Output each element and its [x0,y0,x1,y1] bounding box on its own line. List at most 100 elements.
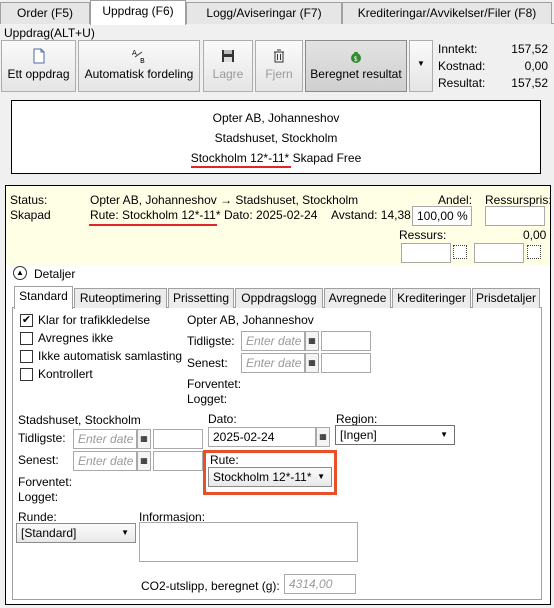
dropdown-arrow-icon: ▼ [417,59,425,68]
informasjon-textarea[interactable] [139,522,358,562]
route-status-line: Stockholm 12*-11* Skapad Free [12,148,540,168]
tab-order[interactable]: Order (F5) [0,2,90,24]
tab-uppdrag[interactable]: Uppdrag (F6) [90,0,186,25]
lagre-button[interactable]: Lagre [203,40,253,92]
pickup-senest-time-input[interactable] [321,353,371,373]
status-label: Status: [10,193,48,207]
avstand-text: Avstand: 14,38 [331,208,411,222]
distribute-icon: AB [132,49,145,64]
kostnad-value: 0,00 [524,59,548,73]
region-chevron-down-icon: ▼ [440,430,448,439]
pickup-address: Opter AB, Johanneshov [212,111,340,125]
dato-text: Dato: 2025-02-24 [224,208,318,222]
beregnet-resultat-button[interactable]: $ Beregnet resultat [305,40,407,92]
new-document-icon [33,48,44,64]
samlasting-checkbox[interactable] [20,350,33,363]
pickup-tidligste-date-input[interactable]: Enter date [241,331,305,351]
pickup-logget-label: Logget: [187,392,228,406]
klar-checkbox[interactable]: ✔ [20,314,33,327]
delivery-senest-date-input[interactable]: Enter date [73,451,137,471]
automatisk-fordeling-button[interactable]: AB Automatisk fordeling [78,40,200,92]
andel-input[interactable]: 100,00 % [412,206,472,226]
address-summary-box: Opter AB, Johanneshov Stadshuset, Stockh… [11,100,541,174]
ressurs-input-1[interactable] [401,243,451,263]
kontrollert-label: Kontrollert [38,367,93,381]
andel-label: Andel: [438,193,473,207]
resultat-label: Resultat: [438,76,486,90]
delivery-tidligste-time-input[interactable] [153,429,203,449]
money-bag-icon: $ [351,52,361,63]
inner-tab-avregnede[interactable]: Avregnede [324,288,391,308]
ressurspris-input[interactable] [485,206,545,226]
financial-summary: Inntekt: 157,52 Kostnad: 0,00 Resultat: 157… [438,42,550,93]
delivery-address: Stadshuset, Stockholm [214,131,338,145]
svg-text:B: B [140,57,145,64]
svg-text:$: $ [354,55,358,63]
avregnes-ikke-checkbox[interactable] [20,332,33,345]
pickup-name: Opter AB, Johanneshov [187,313,314,327]
ressurspris-label: Ressurspris: [485,193,552,207]
pickup-tidligste-calendar-icon[interactable]: ▦ [305,331,319,351]
dato-calendar-icon[interactable]: ▦ [316,427,330,447]
resultat-value: 157,52 [511,76,548,90]
fjern-label: Fjern [265,67,293,81]
inntekt-value: 157,52 [511,42,548,56]
dato-input[interactable]: 2025-02-24 [208,427,316,447]
inner-tab-ruteoptimering[interactable]: Ruteoptimering [74,288,167,308]
pickup-tidligste-label: Tidligste: [187,334,235,348]
pickup-senest-date-input[interactable]: Enter date [241,353,305,373]
runde-select[interactable]: [Standard] ▼ [16,523,136,543]
co2-value: 4314,00 [284,574,356,594]
pickup-tidligste-time-input[interactable] [321,331,371,351]
klar-label: Klar for trafikkledelse [38,313,151,327]
delivery-tidligste-label: Tidligste: [18,431,66,445]
rute-text: Rute: Stockholm 12*-11* [90,208,221,222]
delivery-tidligste-calendar-icon[interactable]: ▦ [137,429,151,449]
samlasting-label: Ikke automatisk samlasting [38,349,183,363]
ressurs-input-2[interactable] [474,243,524,263]
inner-tab-prisdetaljer[interactable]: Prisdetaljer [472,288,540,308]
inner-tab-standard[interactable]: Standard [14,286,73,309]
dato-label: Dato: [208,412,237,426]
collapse-chevron-icon: ▲ [13,266,27,280]
tab-krediteringar[interactable]: Krediteringar/Avvikelser/Filer (F8) [342,2,552,24]
lagre-label: Lagre [212,67,244,81]
ett-oppdrag-label: Ett oppdrag [7,67,70,81]
ressurs-lookup-1-icon[interactable] [453,245,467,259]
route-description: Opter AB, Johanneshov → Stadshuset, Stoc… [90,193,359,207]
region-select[interactable]: [Ingen] ▼ [335,425,455,445]
region-value: [Ingen] [340,428,377,442]
avregnes-ikke-label: Avregnes ikke [38,331,114,345]
delivery-senest-calendar-icon[interactable]: ▦ [137,451,151,471]
delivery-senest-time-input[interactable] [153,451,203,471]
inntekt-label: Inntekt: [438,42,478,56]
ett-oppdrag-button[interactable]: Ett oppdrag [1,40,76,92]
uppdrag-menu-label[interactable]: Uppdrag(ALT+U) [4,26,95,40]
runde-value: [Standard] [21,526,77,540]
tab-logg-aviseringar[interactable]: Logg/Aviseringar (F7) [186,2,342,24]
status-value: Skapad [10,208,51,222]
toolbar-dropdown-button[interactable]: ▼ [409,40,433,92]
route-highlight-underline [191,166,291,168]
beregnet-resultat-label: Beregnet resultat [310,67,402,81]
pickup-senest-calendar-icon[interactable]: ▦ [305,353,319,373]
kontrollert-checkbox[interactable] [20,368,33,381]
region-label: Region: [336,412,378,426]
delivery-tidligste-date-input[interactable]: Enter date [73,429,137,449]
main-tab-bar: Order (F5) Uppdrag (F6) Logg/Aviseringar… [0,0,554,25]
trash-icon [274,49,284,63]
runde-label: Runde: [18,510,57,524]
ressurs-lookup-2-icon[interactable] [527,245,541,259]
co2-label: CO2-utslipp, beregnet (g): [141,579,280,593]
inner-tab-prissetting[interactable]: Prissetting [168,288,234,308]
rute-highlight-underline [89,224,217,226]
inner-tab-krediteringer[interactable]: Krediteringer [392,288,471,308]
pickup-senest-label: Senest: [187,356,228,370]
fjern-button[interactable]: Fjern [255,40,303,92]
details-label: Detaljer [34,267,76,281]
address-route-name: Stockholm 12*-11* [190,151,290,165]
ressurs-label: Ressurs: [399,228,447,242]
delivery-logget-label: Logget: [18,490,59,504]
ressurs-value: 0,00 [523,228,547,242]
inner-tab-oppdragslogg[interactable]: Oppdragslogg [235,288,323,308]
